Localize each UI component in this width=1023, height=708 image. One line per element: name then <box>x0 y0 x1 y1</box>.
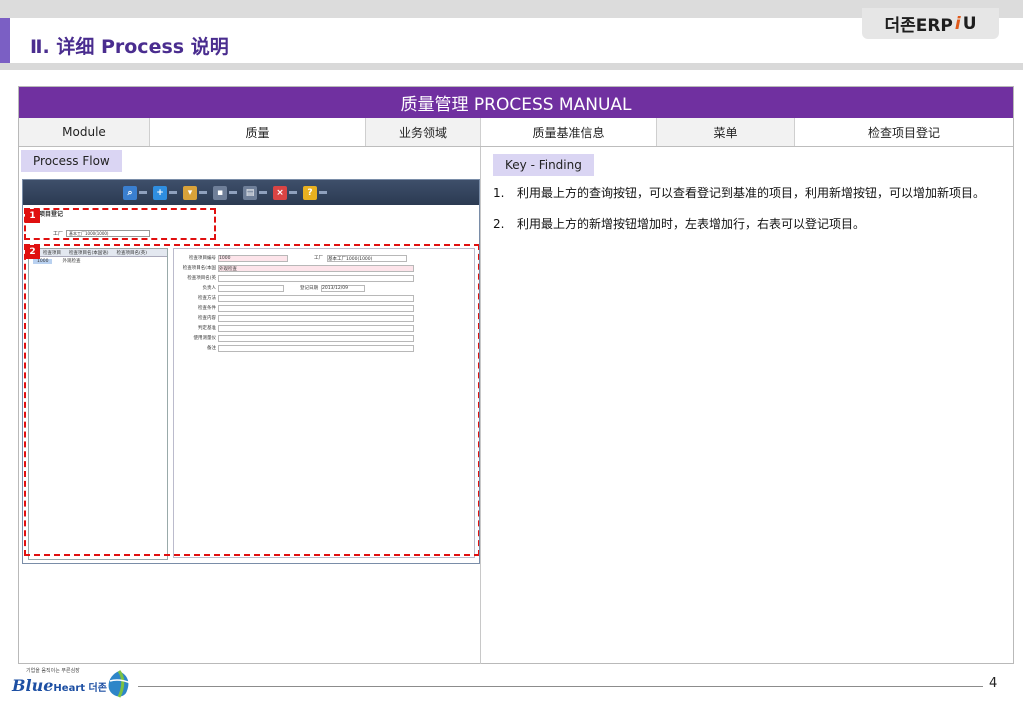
toolbar-close[interactable]: × <box>273 185 297 200</box>
meta-row: Module 质量 业务领域 质量基准信息 菜单 检查项目登记 <box>19 118 1013 147</box>
logo-heart-text: Heart 더존 <box>53 683 107 694</box>
toolbar-help-label <box>319 191 327 194</box>
title-accent-bar <box>0 18 10 64</box>
logo-tagline: 기업을 움직이는 푸른심장 <box>26 668 80 674</box>
meta-module-value: 质量 <box>150 118 366 146</box>
search-icon: ⌕ <box>123 185 137 200</box>
brand-prefix: 더존ERP <box>884 16 953 36</box>
save-icon: ▪ <box>213 185 227 200</box>
toolbar-print-label <box>259 191 267 194</box>
erp-screenshot: ⌕ + ▾ ▪ ▤ × ? 检查项目登记 工厂 基本工厂1000(1000) 检… <box>22 179 480 564</box>
step-marker-2: 2 <box>25 245 40 259</box>
key-finding-panel: Key - Finding 1. 利用最上方的查询按钮，可以查看登记到基准的项目… <box>481 147 1013 664</box>
manual-frame: 质量管理 PROCESS MANUAL Module 质量 业务领域 质量基准信… <box>18 86 1014 664</box>
erp-toolbar: ⌕ + ▾ ▪ ▤ × ? <box>23 180 479 205</box>
finding-notes: 1. 利用最上方的查询按钮，可以查看登记到基准的项目，利用新增按钮，可以增加新项… <box>493 185 993 247</box>
toolbar-search-label <box>139 191 147 194</box>
step-marker-1: 1 <box>25 209 40 223</box>
list-item: 1. 利用最上方的查询按钮，可以查看登记到基准的项目，利用新增按钮，可以增加新项… <box>493 185 993 201</box>
toolbar-delete[interactable]: ▾ <box>183 185 207 200</box>
add-icon: + <box>153 185 167 200</box>
meta-menu-label: 菜单 <box>657 118 795 146</box>
close-icon: × <box>273 185 287 200</box>
slide-page: Ⅱ. 详细 Process 说明 더존ERP i U 质量管理 PROCESS MA… <box>0 0 1023 708</box>
trash-icon: ▾ <box>183 185 197 200</box>
meta-menu-value: 检查项目登记 <box>795 118 1013 146</box>
brand-suffix: U <box>962 13 977 34</box>
highlight-box-1 <box>24 208 216 240</box>
print-icon: ▤ <box>243 185 257 200</box>
meta-domain-label: 业务领域 <box>366 118 481 146</box>
toolbar-save[interactable]: ▪ <box>213 185 237 200</box>
note-number: 2. <box>493 217 505 231</box>
section-title: Ⅱ. 详细 Process 说明 <box>30 36 229 58</box>
footer-logo: 기업을 움직이는 푸른심장 BlueHeart 더존 <box>10 667 135 703</box>
meta-module-label: Module <box>19 118 150 146</box>
toolbar-help[interactable]: ? <box>303 185 327 200</box>
globe-icon <box>108 670 131 698</box>
toolbar-close-label <box>289 191 297 194</box>
brand-slash: i <box>954 13 961 34</box>
help-icon: ? <box>303 185 317 200</box>
header-divider <box>0 63 1023 70</box>
note-text: 利用最上方的查询按钮，可以查看登记到基准的项目，利用新增按钮，可以增加新项目。 <box>517 186 986 200</box>
toolbar-delete-label <box>199 191 207 194</box>
manual-banner: 质量管理 PROCESS MANUAL <box>19 87 1013 118</box>
note-number: 1. <box>493 186 505 200</box>
toolbar-print[interactable]: ▤ <box>243 185 267 200</box>
key-finding-tag: Key - Finding <box>493 154 594 176</box>
toolbar-search[interactable]: ⌕ <box>123 185 147 200</box>
logo-main-text: Blue <box>12 676 54 695</box>
brand-logo: 더존ERP i U <box>862 8 999 39</box>
meta-domain-value: 质量基准信息 <box>481 118 657 146</box>
page-number: 4 <box>989 676 998 691</box>
list-item: 2. 利用最上方的新增按钮增加时，左表增加行，右表可以登记项目。 <box>493 216 993 232</box>
process-flow-tag: Process Flow <box>21 150 122 172</box>
toolbar-save-label <box>229 191 237 194</box>
logo-wordmark: BlueHeart 더존 <box>12 676 107 695</box>
highlight-box-2 <box>24 244 479 556</box>
process-flow-panel: Process Flow ⌕ + ▾ ▪ ▤ × ? 检查项目登记 工厂 基本工… <box>19 147 481 664</box>
footer-divider <box>138 686 983 687</box>
toolbar-add-label <box>169 191 177 194</box>
toolbar-add[interactable]: + <box>153 185 177 200</box>
note-text: 利用最上方的新增按钮增加时，左表增加行，右表可以登记项目。 <box>517 217 866 231</box>
